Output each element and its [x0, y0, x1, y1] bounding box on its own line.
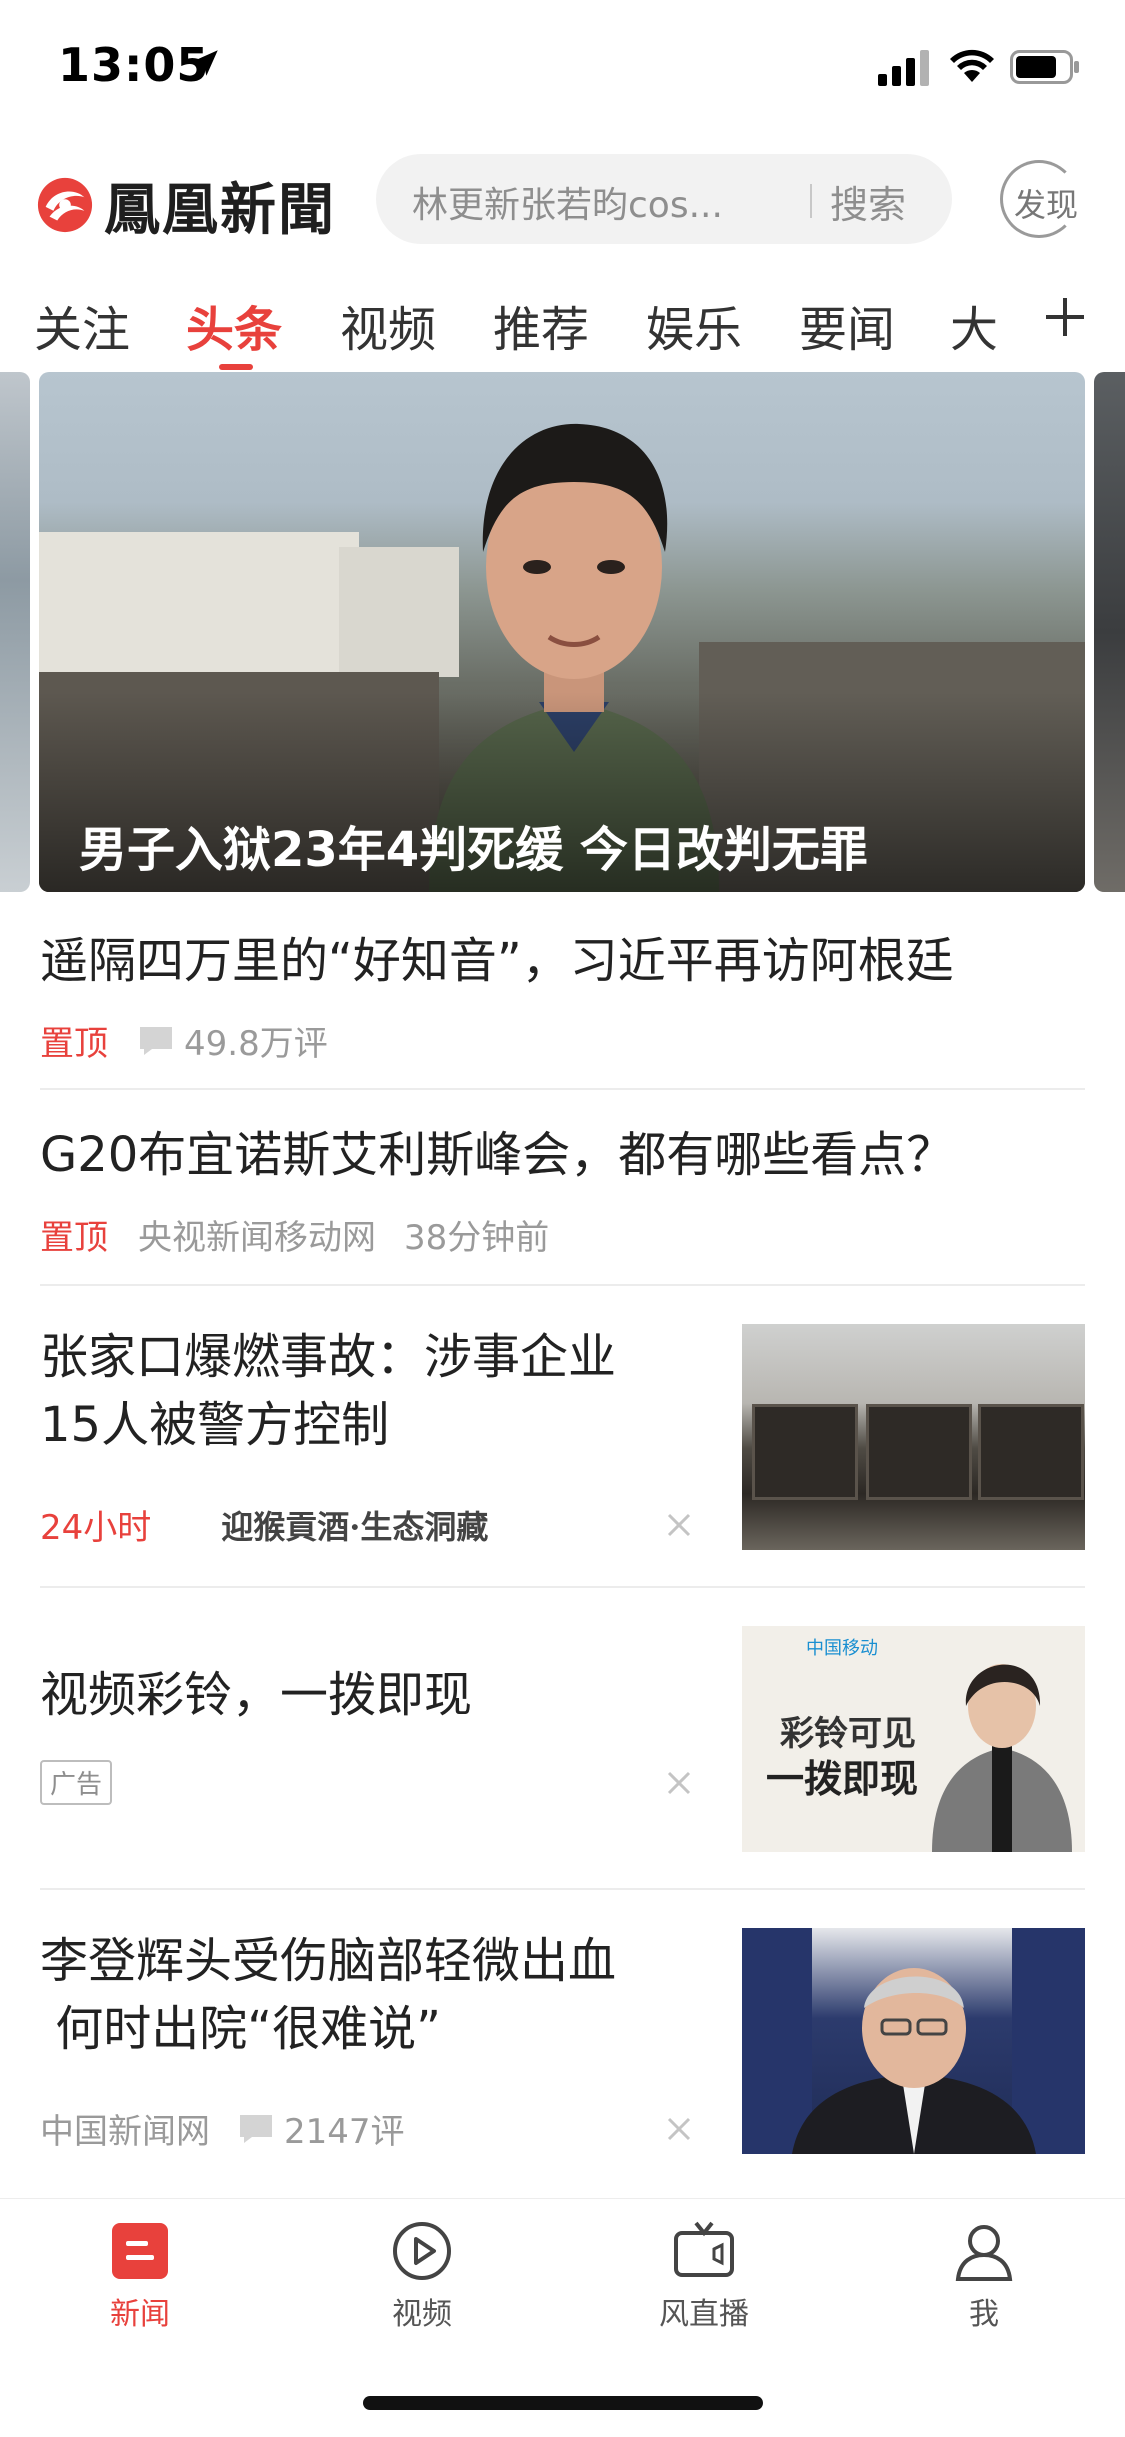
news-meta: 24小时 迎猴貢酒·生态洞藏 [40, 1500, 488, 1549]
thumbnail-person-image [742, 1928, 1085, 2154]
news-meta: 广告 [40, 1760, 113, 1805]
app-header: 鳳凰新聞 林更新张若昀cos... 搜索 发现 [0, 150, 1125, 260]
carousel-prev-peek[interactable] [0, 372, 30, 892]
news-meta: 置顶 央视新闻移动网 38分钟前 [40, 1210, 549, 1259]
news-thumbnail[interactable] [742, 1928, 1085, 2154]
tab-video[interactable]: 视频 [340, 290, 436, 360]
news-thumbnail[interactable] [742, 1324, 1085, 1550]
news-icon [112, 2223, 168, 2279]
search-divider [810, 184, 812, 218]
channel-tabs: 关注 头条 视频 推荐 娱乐 要闻 大 [0, 272, 1125, 372]
hero-carousel-item[interactable]: 男子入狱23年4判死缓 今日改判无罪 [39, 372, 1085, 892]
dismiss-icon[interactable] [664, 2114, 694, 2144]
news-source: 中国新闻网 [40, 2112, 210, 2152]
hero-image-building [39, 532, 359, 682]
pinned-badge: 置顶 [40, 1024, 108, 1064]
thumbnail-truck [978, 1404, 1084, 1500]
ad-badge: 广告 [40, 1760, 113, 1805]
search-bar[interactable]: 林更新张若昀cos... 搜索 [376, 154, 952, 244]
cellular-signal-icon [878, 50, 929, 86]
thumbnail-truck [866, 1404, 972, 1500]
nav-video[interactable]: 视频 [342, 2219, 502, 2333]
tab-entertainment[interactable]: 娱乐 [646, 290, 742, 360]
add-channel-icon[interactable] [1040, 292, 1090, 342]
comment-icon [240, 2114, 272, 2143]
divider [40, 1586, 1085, 1588]
phoenix-logo-icon [37, 177, 93, 233]
nav-profile-label: 我 [969, 2297, 999, 2332]
news-time: 24小时 [40, 1508, 152, 1548]
dismiss-icon[interactable] [664, 1510, 694, 1540]
thumbnail-truck [752, 1404, 858, 1500]
tab-important[interactable]: 要闻 [799, 290, 895, 360]
wifi-icon [950, 49, 994, 82]
user-icon [955, 2225, 1013, 2281]
news-title-line2[interactable]: 15人被警方控制 [40, 1392, 389, 1458]
pinned-badge: 置顶 [40, 1218, 108, 1258]
tab-headlines[interactable]: 头条 [186, 290, 282, 360]
live-camera-icon [674, 2221, 734, 2277]
logo-text: 鳳凰新聞 [104, 176, 336, 243]
divider [40, 1888, 1085, 1890]
news-title[interactable]: 视频彩铃，一拨即现 [40, 1662, 472, 1728]
ad-person-image [932, 1664, 1072, 1852]
ad-brand: 中国移动 [806, 1638, 878, 1659]
divider [40, 1284, 1085, 1286]
news-meta: 置顶 49.8万评 [40, 1016, 328, 1065]
nav-news[interactable]: 新闻 [60, 2219, 220, 2333]
nav-news-label: 新闻 [110, 2297, 170, 2332]
news-title[interactable]: 遥隔四万里的“好知音”，习近平再访阿根廷 [40, 928, 954, 994]
active-tab-indicator [219, 364, 253, 370]
battery-icon [1010, 50, 1079, 84]
discover-button[interactable]: 发现 [1000, 160, 1080, 240]
tab-recommend[interactable]: 推荐 [493, 290, 589, 360]
news-title-line1[interactable]: 李登辉头受伤脑部轻微出血 [40, 1928, 616, 1994]
carousel-next-peek[interactable] [1094, 372, 1125, 892]
discover-label: 发现 [1014, 186, 1079, 224]
nav-profile[interactable]: 我 [904, 2219, 1064, 2333]
search-input[interactable]: 林更新张若昀cos... [412, 176, 742, 228]
comment-count: 49.8万评 [184, 1024, 328, 1064]
news-title-line1[interactable]: 张家口爆燃事故：涉事企业 [40, 1324, 616, 1390]
ad-thumbnail[interactable]: 中国移动 彩铃可见 一拨即现 [742, 1626, 1085, 1852]
location-arrow-icon [192, 50, 218, 76]
home-indicator[interactable] [363, 2396, 763, 2410]
news-title-line2[interactable]: 何时出院“很难说” [40, 1996, 441, 2062]
nav-video-label: 视频 [392, 2297, 452, 2332]
dismiss-icon[interactable] [664, 1768, 694, 1798]
news-meta: 中国新闻网 2147评 [40, 2104, 405, 2153]
news-source: 迎猴貢酒·生态洞藏 [221, 1507, 489, 1546]
nav-live[interactable]: 风直播 [624, 2219, 784, 2333]
news-source: 央视新闻移动网 [138, 1218, 376, 1258]
divider [40, 1088, 1085, 1090]
hero-caption: 男子入狱23年4判死缓 今日改判无罪 [79, 822, 868, 878]
nav-live-label: 风直播 [659, 2297, 749, 2332]
status-bar: 13:05 [0, 0, 1125, 140]
news-time: 38分钟前 [404, 1218, 550, 1258]
status-time: 13:05 [58, 38, 210, 92]
comment-icon [140, 1026, 172, 1055]
tab-follow[interactable]: 关注 [34, 290, 130, 360]
ad-thumb-text: 一拨即现 [766, 1757, 919, 1801]
play-icon [393, 2222, 451, 2280]
comment-count: 2147评 [284, 2112, 405, 2152]
news-title[interactable]: G20布宜诺斯艾利斯峰会，都有哪些看点？ [40, 1122, 954, 1188]
search-button[interactable]: 搜索 [830, 174, 906, 229]
ifeng-logo: 鳳凰新聞 [36, 168, 336, 243]
